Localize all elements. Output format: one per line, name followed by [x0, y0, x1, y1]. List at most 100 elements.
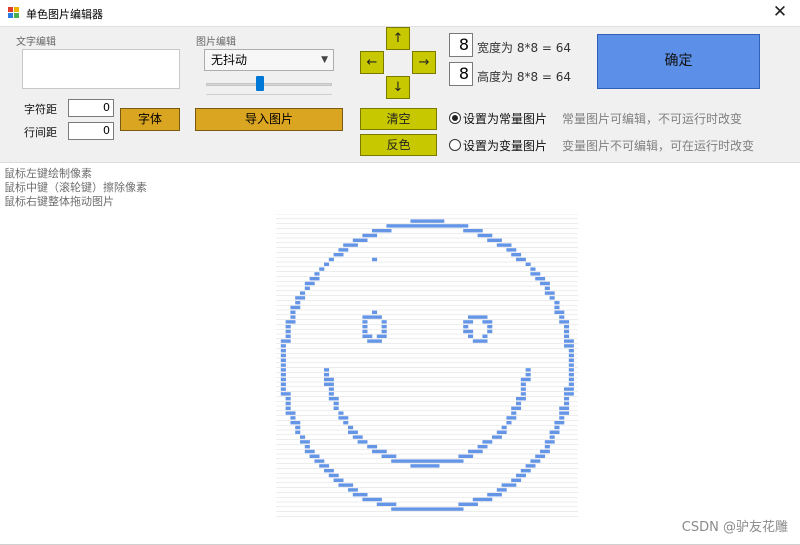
pixel: [482, 315, 488, 319]
pixel: [468, 320, 474, 324]
pixel: [280, 373, 286, 377]
pixel: [482, 445, 488, 449]
pixel: [501, 430, 507, 434]
invert-button[interactable]: 反色: [360, 134, 437, 156]
pixel: [280, 392, 286, 396]
pixel: [544, 449, 550, 454]
height-input[interactable]: 8: [449, 62, 473, 86]
pixel: [434, 219, 440, 223]
pixel: [338, 478, 344, 482]
pixel: [487, 325, 493, 329]
pixel: [319, 464, 325, 468]
pixel: [376, 339, 382, 343]
pixel: [511, 483, 517, 487]
pixel: [468, 229, 474, 233]
pixel: [304, 449, 310, 454]
move-left-button[interactable]: ←: [360, 51, 384, 74]
pixel: [477, 315, 483, 319]
variable-image-radio[interactable]: [449, 139, 461, 151]
pixel: [525, 377, 531, 382]
pixel: [400, 507, 406, 511]
pixel: [333, 401, 339, 406]
pixel: [549, 440, 555, 444]
pixel: [333, 406, 339, 410]
pixel: [405, 224, 411, 228]
pixel: [482, 320, 488, 324]
pixel: [285, 397, 291, 401]
pixel: [492, 435, 498, 439]
pixel: [367, 315, 373, 319]
pixel: [280, 368, 286, 372]
pixel: [516, 478, 522, 482]
pixel: [280, 387, 286, 391]
line-spacing-label: 行间距: [24, 126, 57, 139]
move-down-button[interactable]: ↓: [386, 76, 410, 99]
pixel-canvas[interactable]: [276, 214, 578, 520]
pixel: [458, 507, 464, 511]
pixel: [564, 392, 570, 396]
pixel: [376, 315, 382, 319]
text-edit-input[interactable]: [22, 49, 180, 89]
pixel: [367, 497, 373, 502]
pixel: [324, 382, 330, 386]
pixel: [568, 339, 574, 343]
constant-image-label[interactable]: 设置为常量图片: [463, 110, 547, 127]
pixel: [554, 301, 560, 305]
move-right-button[interactable]: →: [412, 51, 436, 74]
line-spacing-input[interactable]: 0: [68, 122, 114, 140]
threshold-slider-thumb[interactable]: [255, 76, 264, 91]
pixel: [568, 392, 574, 396]
pixel: [352, 493, 358, 497]
pixel: [568, 377, 574, 382]
pixel: [568, 373, 574, 377]
watermark: CSDN @驴友花雕: [681, 520, 788, 535]
pixel: [482, 334, 488, 338]
pixel: [280, 363, 286, 367]
pixel: [511, 416, 517, 420]
pixel: [549, 291, 555, 295]
constant-image-radio[interactable]: [449, 112, 461, 124]
width-input[interactable]: 8: [449, 33, 473, 57]
pixel: [535, 454, 541, 458]
dither-select[interactable]: 无抖动 ▼: [204, 49, 334, 71]
pixel: [492, 493, 498, 497]
pixel: [544, 286, 550, 290]
pixel: [568, 382, 574, 386]
pixel: [381, 502, 387, 506]
pixel: [520, 257, 526, 262]
pixel: [376, 497, 382, 502]
pixel: [386, 454, 392, 458]
pixel: [300, 296, 306, 300]
pixel: [458, 502, 464, 506]
move-up-button[interactable]: ↑: [386, 27, 410, 50]
import-image-button[interactable]: 导入图片: [195, 108, 343, 131]
pixel: [496, 435, 502, 439]
pixel: [511, 478, 517, 482]
pixel: [525, 469, 531, 473]
pixel: [343, 483, 349, 487]
pixel: [568, 353, 574, 358]
pixel: [338, 253, 344, 257]
char-spacing-input[interactable]: 0: [68, 99, 114, 117]
pixel: [439, 219, 445, 223]
pixel: [516, 401, 522, 406]
pixel: [300, 291, 306, 295]
threshold-slider-track[interactable]: [206, 83, 332, 86]
pixel: [530, 272, 536, 276]
variable-image-label[interactable]: 设置为变量图片: [463, 137, 547, 154]
dither-selected-value: 无抖动: [211, 53, 248, 67]
pixel: [453, 507, 459, 511]
font-button[interactable]: 字体: [120, 108, 180, 131]
clear-button[interactable]: 清空: [360, 108, 437, 130]
variable-image-hint: 变量图片不可编辑，可在运行时改变: [562, 139, 755, 153]
pixel: [420, 459, 426, 463]
pixel: [285, 392, 291, 396]
pixel: [367, 334, 373, 338]
confirm-button[interactable]: 确定: [597, 34, 760, 89]
pixel: [496, 243, 502, 247]
pixel: [362, 233, 368, 238]
close-icon[interactable]: ✕: [760, 0, 800, 27]
pixel: [429, 507, 435, 511]
pixel: [328, 473, 334, 478]
pixel: [434, 224, 440, 228]
